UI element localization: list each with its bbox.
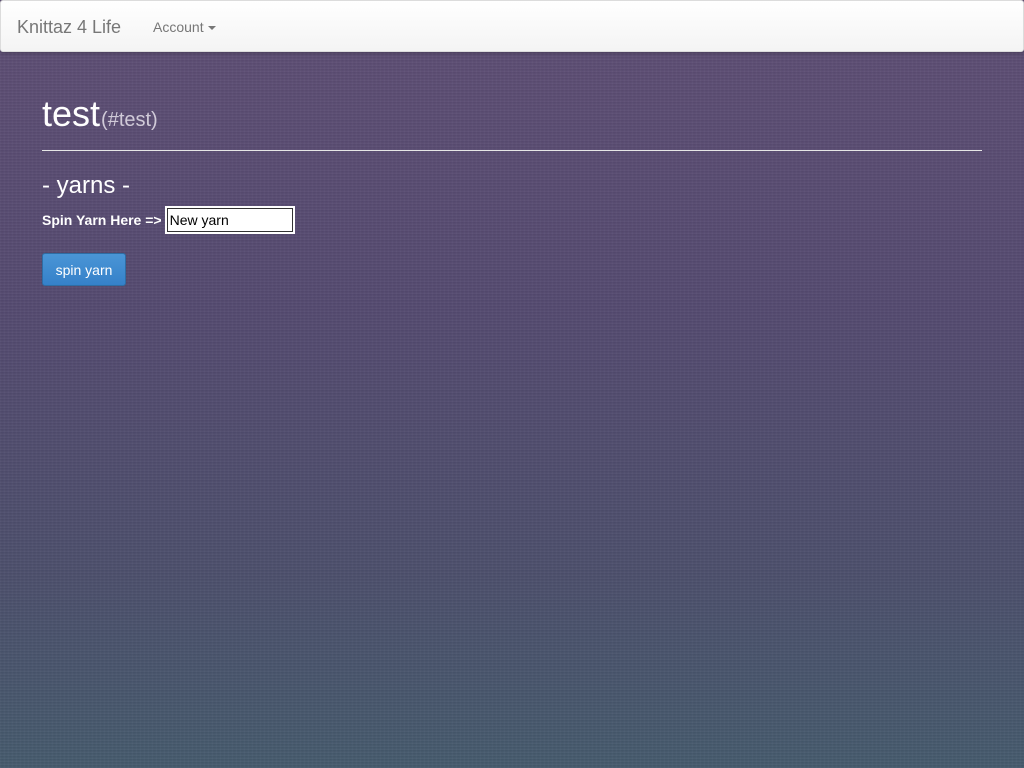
account-dropdown[interactable]: Account	[153, 18, 216, 36]
page-header: test(#test)	[42, 90, 982, 151]
spin-yarn-button[interactable]: spin yarn	[42, 253, 126, 286]
main-content: test(#test) - yarns - Spin Yarn Here => …	[42, 90, 982, 286]
spin-yarn-label: Spin Yarn Here =>	[42, 212, 162, 228]
yarn-name-input[interactable]	[164, 206, 295, 234]
account-label: Account	[153, 19, 204, 35]
brand-link[interactable]: Knittaz 4 Life	[17, 17, 121, 37]
spin-yarn-form: Spin Yarn Here =>	[42, 206, 295, 234]
section-title: - yarns -	[42, 172, 131, 199]
caret-down-icon	[207, 26, 216, 31]
page-title: test	[42, 93, 101, 134]
top-navbar: Knittaz 4 Life Account	[0, 0, 1024, 52]
page-subtitle: (#test)	[101, 109, 158, 131]
